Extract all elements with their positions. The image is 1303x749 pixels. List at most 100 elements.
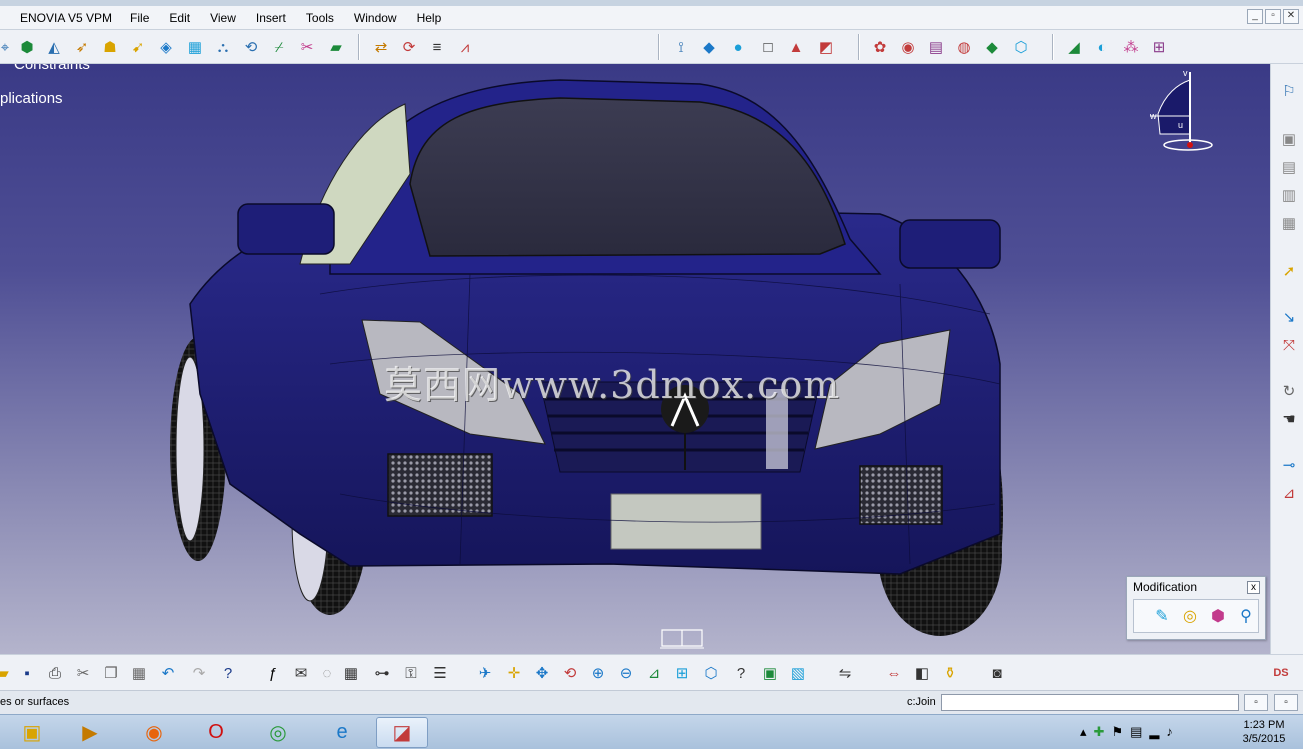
environment-icon[interactable]: ◆ [981,36,1003,58]
media-player-icon[interactable]: ▶ [64,717,116,748]
symmetry-icon[interactable]: ≡ [426,36,448,58]
specification-tree-icon[interactable] [660,629,704,649]
table-icon[interactable]: ▦ [340,662,362,684]
inertia-icon[interactable]: ⚱ [939,662,961,684]
list-icon[interactable]: ☰ [429,662,451,684]
firefox-icon[interactable]: ◉ [128,717,180,748]
render-icon[interactable]: ◉ [897,36,919,58]
rotate-icon[interactable]: ⟳ [398,36,420,58]
command-input[interactable] [941,694,1239,711]
restore-panel-icon[interactable]: ▫ [1244,694,1268,711]
3d-viewport[interactable]: Constraints plications v w u 莫西网www.3dmo… [0,64,1270,654]
device-icon[interactable]: ▤ [1130,724,1142,740]
offset-icon[interactable]: ▦ [184,36,206,58]
save-icon[interactable]: ▪ [16,662,38,684]
shading-icon[interactable]: ? [730,662,752,684]
pan-icon[interactable]: ☚ [1278,408,1300,430]
close-button[interactable]: ✕ [1283,9,1299,24]
split-icon[interactable]: ⌿ [268,36,290,58]
iso-view-icon[interactable]: ⬡ [700,662,722,684]
extrude-icon[interactable]: ⬢ [16,36,38,58]
join-icon[interactable]: ⛬ [212,36,234,58]
cube-icon[interactable]: ⬡ [1010,36,1032,58]
plane-icon[interactable]: ◆ [698,36,720,58]
scaling-icon[interactable]: ⩘ [454,36,476,58]
fit-to-geometry-icon[interactable]: ⬢ [1206,604,1230,628]
sphere-icon[interactable]: ● [727,36,749,58]
compass-widget[interactable]: v w u [1149,68,1213,151]
normal-view-icon[interactable]: ⊿ [1278,482,1300,504]
wireframe-icon[interactable]: ▣ [1278,128,1300,150]
box-icon[interactable]: □ [757,36,779,58]
measure-item-icon[interactable]: ◧ [911,662,933,684]
cone-icon[interactable]: ▲ [785,36,807,58]
catia-taskbar-icon[interactable]: ◪ [376,717,428,748]
normal-icon[interactable]: ⊿ [643,662,665,684]
sketch-icon[interactable]: ⌖ [0,36,16,58]
volume-icon[interactable]: ♪ [1166,724,1173,740]
control-points-icon[interactable]: ✎ [1150,604,1174,628]
chrome-icon[interactable]: ◎ [252,717,304,748]
zoom-in-icon[interactable]: ⊕ [587,662,609,684]
light-icon[interactable]: ◍ [953,36,975,58]
minimize-button[interactable]: _ [1247,9,1263,24]
match-surface-icon[interactable]: ◎ [1178,604,1202,628]
fill-icon[interactable]: ☗ [99,36,121,58]
open-icon[interactable]: ▰ [0,662,14,684]
menu-insert[interactable]: Insert [246,11,296,25]
blend-icon[interactable]: ◈ [155,36,177,58]
translate-icon[interactable]: ⇄ [370,36,392,58]
zoom-out-icon[interactable]: ⊖ [615,662,637,684]
multi-view-icon[interactable]: ⊞ [671,662,693,684]
analysis-icon[interactable]: ◢ [1063,36,1085,58]
fly-mode-icon[interactable]: ✈ [474,662,496,684]
texture-icon[interactable]: ▤ [925,36,947,58]
grid-icon[interactable]: ⁂ [1120,36,1142,58]
swap-icon[interactable]: ▦ [1278,212,1300,234]
hide-show-icon[interactable]: ▣ [759,662,781,684]
capture-icon[interactable]: ◙ [986,662,1008,684]
point-icon[interactable]: ⟟ [670,36,692,58]
heal-icon[interactable]: ⟲ [240,36,262,58]
internet-explorer-icon[interactable]: e [316,717,368,748]
fit-all-icon[interactable]: ✛ [503,662,525,684]
clock[interactable]: 1:23 PM 3/5/2015 [1232,718,1296,746]
swap-visible-icon[interactable]: ▧ [787,662,809,684]
knowledge-icon[interactable]: ◌ [316,662,338,684]
show-hidden-icon[interactable]: ▴ [1080,724,1087,740]
update-icon[interactable]: ↻ [1278,380,1300,402]
measure-icon[interactable]: ⇔ [883,662,905,684]
select-icon[interactable]: ➚ [1278,260,1300,282]
menu-edit[interactable]: Edit [159,11,200,25]
cut-icon[interactable]: ✂ [72,662,94,684]
restore-button[interactable]: ▫ [1265,9,1281,24]
revolve-icon[interactable]: ◭ [43,36,65,58]
layer-icon[interactable]: ▤ [1278,156,1300,178]
rotate-view-icon[interactable]: ⟲ [559,662,581,684]
paste-icon[interactable]: ▦ [128,662,150,684]
copy-icon[interactable]: ❐ [100,662,122,684]
axis-icon[interactable]: ↘ [1278,306,1300,328]
close-icon[interactable]: x [1247,581,1260,594]
comment-icon[interactable]: ✉ [290,662,312,684]
hide-icon[interactable]: ▥ [1278,184,1300,206]
view-icon[interactable]: ⊸ [1278,454,1300,476]
global-deformation-icon[interactable]: ⚲ [1234,604,1258,628]
help-icon[interactable]: ? [217,662,239,684]
flag-icon[interactable]: ⚑ [1111,724,1123,740]
boundary-icon[interactable]: ▰ [325,36,347,58]
menu-window[interactable]: Window [344,11,407,25]
formula-icon[interactable]: ƒ [262,662,284,684]
workbench-icon[interactable]: ⚐ [1278,80,1300,102]
lock-icon[interactable]: ⚿ [400,662,422,684]
mesh-icon[interactable]: ⊞ [1148,36,1170,58]
material-icon[interactable]: ✿ [869,36,891,58]
menu-help[interactable]: Help [407,11,452,25]
sweep-icon[interactable]: ➶ [71,36,93,58]
navigation-icon[interactable]: ⇋ [834,662,856,684]
multi-section-icon[interactable]: ➹ [127,36,149,58]
draft-analysis-icon[interactable]: ◐ [1091,36,1113,58]
tree-icon[interactable]: ⊶ [371,662,393,684]
explorer-icon[interactable]: ▣ [6,717,58,748]
close-panel-icon[interactable]: ▫ [1274,694,1298,711]
